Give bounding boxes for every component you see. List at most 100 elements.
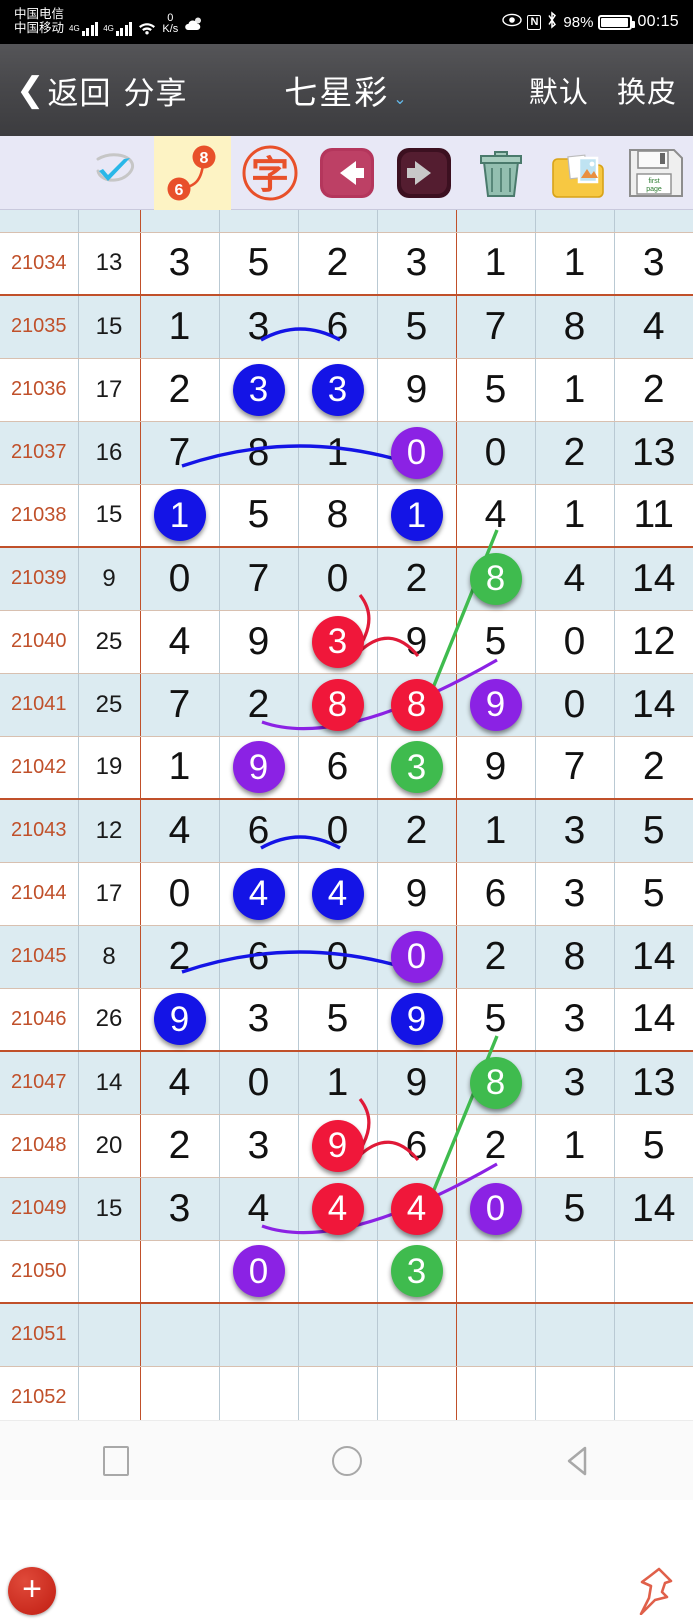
number-cell[interactable]: 3 bbox=[298, 358, 378, 422]
number-cell[interactable]: 3 bbox=[219, 1114, 299, 1178]
number-cell[interactable]: 1 bbox=[298, 1051, 378, 1115]
highlighted-number-marker[interactable]: 3 bbox=[390, 741, 443, 794]
number-cell[interactable]: 8 bbox=[377, 673, 457, 737]
number-cell[interactable]: 2 bbox=[377, 547, 457, 611]
text-mode-button[interactable]: 字 bbox=[231, 136, 308, 210]
connect-numbers-button[interactable]: 8 6 bbox=[154, 135, 231, 210]
number-cell[interactable]: 14 bbox=[614, 988, 693, 1052]
number-cell[interactable]: 2 bbox=[614, 736, 693, 800]
number-cell[interactable]: 4 bbox=[219, 862, 299, 926]
number-cell[interactable]: 2 bbox=[219, 673, 299, 737]
number-cell[interactable]: 1 bbox=[140, 484, 220, 548]
number-cell[interactable]: 7 bbox=[140, 673, 220, 737]
number-cell[interactable]: 1 bbox=[535, 1114, 615, 1178]
number-cell[interactable]: 3 bbox=[535, 799, 615, 863]
number-cell[interactable]: 6 bbox=[219, 925, 299, 989]
number-cell[interactable]: 1 bbox=[140, 295, 220, 359]
number-cell[interactable]: 14 bbox=[614, 1177, 693, 1241]
table-row[interactable]: 21043 12 4 6 0 2 1 3 5 bbox=[0, 799, 693, 863]
number-cell[interactable]: 6 bbox=[298, 736, 378, 800]
check-mark-button[interactable] bbox=[77, 136, 154, 210]
number-cell[interactable]: 8 bbox=[298, 484, 378, 548]
highlighted-number-marker[interactable]: 0 bbox=[232, 1245, 285, 1298]
number-cell[interactable]: 9 bbox=[140, 988, 220, 1052]
number-cell[interactable]: 6 bbox=[456, 862, 536, 926]
table-row[interactable]: 21049 15 3 4 4 4 0 5 14 bbox=[0, 1177, 693, 1241]
gallery-button[interactable] bbox=[539, 136, 616, 210]
number-cell[interactable]: 9 bbox=[219, 736, 299, 800]
number-cell[interactable]: 1 bbox=[535, 232, 615, 296]
number-cell[interactable]: 4 bbox=[298, 1177, 378, 1241]
highlighted-number-marker[interactable]: 4 bbox=[311, 1182, 364, 1235]
highlighted-number-marker[interactable]: 9 bbox=[311, 1119, 364, 1172]
number-cell[interactable]: 6 bbox=[219, 799, 299, 863]
number-cell[interactable]: 0 bbox=[456, 421, 536, 485]
table-row[interactable]: 21039 9 0 7 0 2 8 4 14 bbox=[0, 547, 693, 611]
number-cell[interactable]: 1 bbox=[456, 799, 536, 863]
number-cell[interactable]: 8 bbox=[535, 925, 615, 989]
number-cell[interactable]: 3 bbox=[219, 295, 299, 359]
number-cell[interactable]: 3 bbox=[377, 232, 457, 296]
highlighted-number-marker[interactable]: 3 bbox=[311, 363, 364, 416]
number-cell[interactable]: 8 bbox=[456, 1051, 536, 1115]
number-cell[interactable] bbox=[535, 1240, 615, 1304]
number-cell[interactable]: 11 bbox=[614, 484, 693, 548]
number-cell[interactable]: 2 bbox=[614, 358, 693, 422]
number-cell[interactable]: 3 bbox=[140, 232, 220, 296]
number-cell[interactable]: 5 bbox=[614, 799, 693, 863]
number-cell[interactable]: 3 bbox=[219, 988, 299, 1052]
number-cell[interactable]: 0 bbox=[298, 799, 378, 863]
highlighted-number-marker[interactable]: 0 bbox=[390, 426, 443, 479]
number-cell[interactable]: 4 bbox=[140, 1051, 220, 1115]
number-cell[interactable]: 5 bbox=[456, 358, 536, 422]
table-row[interactable]: 21035 15 1 3 6 5 7 8 4 bbox=[0, 295, 693, 359]
highlighted-number-marker[interactable]: 3 bbox=[311, 615, 364, 668]
number-cell[interactable]: 4 bbox=[614, 295, 693, 359]
blank-button[interactable] bbox=[0, 136, 77, 210]
number-cell[interactable]: 9 bbox=[377, 1051, 457, 1115]
number-cell[interactable]: 2 bbox=[140, 358, 220, 422]
table-row[interactable]: 21038 15 1 5 8 1 4 1 11 bbox=[0, 484, 693, 548]
number-cell[interactable]: 0 bbox=[377, 925, 457, 989]
table-row[interactable]: 21034 13 3 5 2 3 1 1 3 bbox=[0, 232, 693, 296]
number-cell[interactable] bbox=[456, 1240, 536, 1304]
number-cell[interactable]: 12 bbox=[614, 610, 693, 674]
recents-button[interactable] bbox=[71, 1431, 161, 1491]
number-cell[interactable]: 9 bbox=[219, 610, 299, 674]
number-cell[interactable]: 0 bbox=[140, 862, 220, 926]
highlighted-number-marker[interactable]: 4 bbox=[232, 867, 285, 920]
page-title[interactable]: 七星彩 ⌄ bbox=[284, 66, 408, 114]
table-row[interactable]: 21044 17 0 4 4 9 6 3 5 bbox=[0, 862, 693, 926]
highlighted-number-marker[interactable]: 8 bbox=[311, 678, 364, 731]
table-row[interactable]: 21050 0 3 bbox=[0, 1240, 693, 1304]
number-cell[interactable]: 7 bbox=[219, 547, 299, 611]
number-cell[interactable]: 4 bbox=[140, 610, 220, 674]
number-cell[interactable]: 0 bbox=[377, 421, 457, 485]
table-row[interactable]: 21045 8 2 6 0 0 2 8 14 bbox=[0, 925, 693, 989]
number-cell[interactable]: 3 bbox=[614, 232, 693, 296]
number-cell[interactable]: 5 bbox=[535, 1177, 615, 1241]
number-cell[interactable]: 0 bbox=[456, 1177, 536, 1241]
highlighted-number-marker[interactable]: 3 bbox=[390, 1245, 443, 1298]
number-cell[interactable]: 4 bbox=[140, 799, 220, 863]
prev-page-button[interactable] bbox=[308, 136, 385, 210]
number-cell[interactable] bbox=[298, 1240, 378, 1304]
number-cell[interactable]: 8 bbox=[219, 421, 299, 485]
table-row[interactable]: 21037 16 7 8 1 0 0 2 13 bbox=[0, 421, 693, 485]
number-cell[interactable]: 14 bbox=[614, 673, 693, 737]
highlighted-number-marker[interactable]: 9 bbox=[469, 678, 522, 731]
number-cell[interactable]: 2 bbox=[140, 925, 220, 989]
number-cell[interactable]: 3 bbox=[535, 862, 615, 926]
number-cell[interactable]: 8 bbox=[298, 673, 378, 737]
highlighted-number-marker[interactable]: 8 bbox=[469, 1056, 522, 1109]
number-cell[interactable]: 13 bbox=[614, 1051, 693, 1115]
share-label[interactable]: 分享 bbox=[124, 68, 188, 113]
number-cell[interactable]: 8 bbox=[456, 547, 536, 611]
number-cell[interactable]: 5 bbox=[456, 610, 536, 674]
number-cell[interactable]: 0 bbox=[535, 610, 615, 674]
table-row[interactable]: 21047 14 4 0 1 9 8 3 13 bbox=[0, 1051, 693, 1115]
number-cell[interactable]: 6 bbox=[298, 295, 378, 359]
number-cell[interactable]: 9 bbox=[377, 988, 457, 1052]
save-button[interactable]: first page bbox=[616, 136, 693, 210]
table-row[interactable]: 21041 25 7 2 8 8 9 0 14 bbox=[0, 673, 693, 737]
